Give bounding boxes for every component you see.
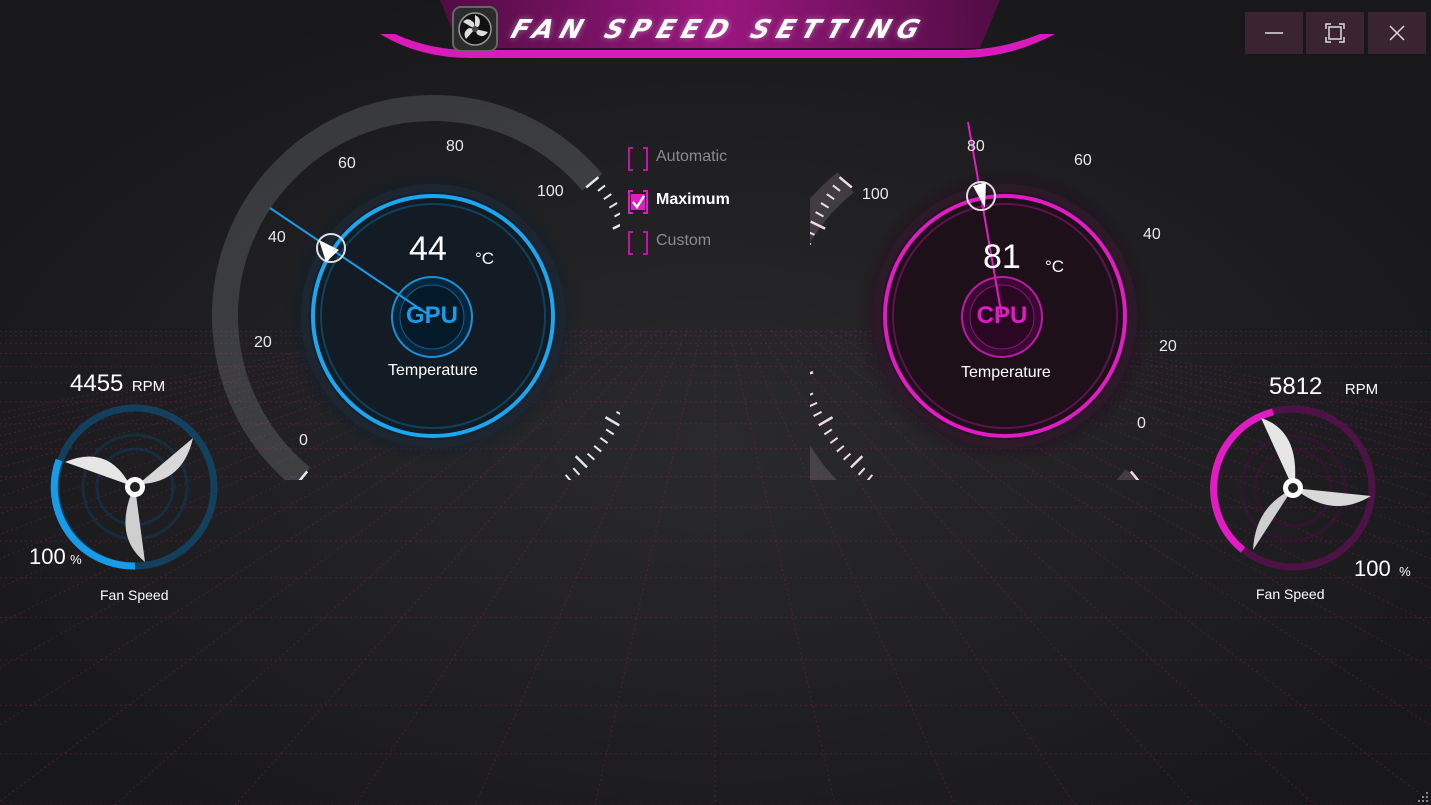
gpu-rpm-unit: RPM (131, 378, 166, 395)
gpu-badge: GPU (405, 302, 458, 329)
cpu-scale-40: 40 (1143, 226, 1161, 243)
mode-maximum-option[interactable]: Maximum (628, 188, 730, 214)
cpu-temperature-label: Temperature (961, 364, 1051, 381)
gpu-scale-20: 20 (254, 334, 272, 351)
mode-custom-option[interactable]: Custom (628, 229, 712, 255)
gpu-temperature-gauge (212, 95, 620, 480)
cpu-fan-speed-ring (1210, 405, 1376, 571)
gpu-temperature-value: 44 (409, 230, 447, 268)
cpu-fan-speed-label: Fan Speed (1256, 586, 1325, 602)
cpu-temperature-value: 81 (983, 238, 1021, 276)
gpu-rpm-value: 4455 (70, 370, 124, 397)
automatic-checkbox[interactable] (628, 147, 648, 171)
custom-checkbox[interactable] (628, 231, 648, 255)
maximum-label: Maximum (656, 191, 730, 208)
resize-grip-icon[interactable] (1417, 791, 1429, 803)
gpu-temperature-unit: °C (475, 249, 495, 268)
minimize-button[interactable] (1245, 12, 1303, 54)
cpu-fan-percent: 100 % (1354, 556, 1411, 582)
automatic-label: Automatic (656, 148, 728, 165)
cpu-fan-rpm: 5812 RPM (1269, 373, 1378, 401)
gpu-percent-unit: % (70, 552, 82, 567)
cpu-percent-unit: % (1399, 564, 1411, 579)
gpu-temperature-label: Temperature (388, 362, 478, 379)
gpu-scale-80: 80 (446, 138, 464, 155)
cpu-scale-100: 100 (862, 186, 889, 203)
cpu-temperature-unit: °C (1045, 257, 1065, 276)
cpu-scale-0: 0 (1137, 415, 1146, 432)
cpu-scale-80: 80 (967, 138, 985, 155)
close-icon (1389, 25, 1405, 41)
mode-automatic-option[interactable]: Automatic (628, 145, 728, 171)
maximize-button[interactable] (1306, 12, 1364, 54)
app-title: FAN SPEED SETTING (507, 15, 931, 45)
cpu-badge: CPU (976, 302, 1028, 329)
gpu-scale-100: 100 (537, 183, 564, 200)
custom-label: Custom (656, 232, 712, 249)
cpu-rpm-unit: RPM (1344, 381, 1379, 398)
close-button[interactable] (1368, 12, 1426, 54)
maximize-icon (1325, 23, 1345, 43)
maximum-checkbox[interactable] (628, 190, 648, 214)
gpu-fan-speed-label: Fan Speed (100, 587, 169, 603)
cpu-temperature-gauge (810, 121, 1155, 480)
gpu-fan-percent: 100 % (29, 544, 82, 570)
gpu-scale-0: 0 (299, 432, 308, 449)
cpu-scale-20: 20 (1159, 338, 1177, 355)
app-logo-icon (452, 6, 498, 52)
gpu-scale-60: 60 (338, 155, 356, 172)
gpu-fan-rpm: 4455 RPM (70, 370, 165, 398)
gpu-percent-value: 100 (29, 544, 66, 569)
gpu-scale-40: 40 (268, 229, 286, 246)
cpu-percent-value: 100 (1354, 556, 1391, 581)
minimize-icon (1265, 32, 1283, 34)
cpu-rpm-value: 5812 (1269, 373, 1323, 400)
cpu-scale-60: 60 (1074, 152, 1092, 169)
